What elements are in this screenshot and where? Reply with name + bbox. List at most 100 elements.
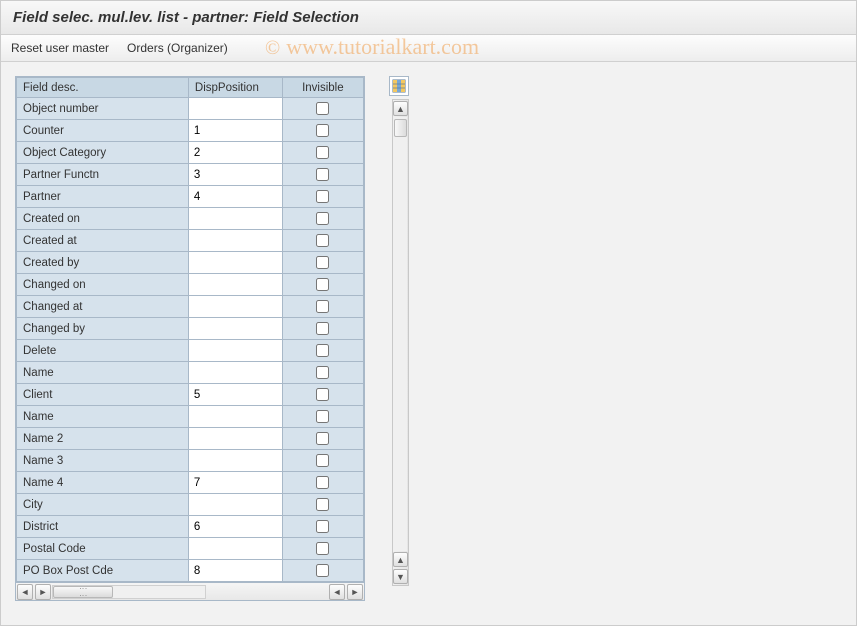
vertical-scrollbar[interactable]: ▲ ▲ ▼	[392, 99, 409, 586]
invisible-cell	[282, 406, 363, 428]
field-desc-cell[interactable]: District	[17, 516, 189, 538]
disp-position-input[interactable]	[190, 363, 281, 382]
invisible-checkbox[interactable]	[316, 410, 329, 423]
field-desc-cell[interactable]: Counter	[17, 120, 189, 142]
table-settings-button[interactable]	[389, 76, 409, 96]
page-title: Field selec. mul.lev. list - partner: Fi…	[13, 9, 844, 26]
disp-position-input[interactable]	[190, 451, 281, 470]
field-desc-cell[interactable]: Name 2	[17, 428, 189, 450]
disp-position-input[interactable]	[190, 385, 281, 404]
invisible-cell	[282, 186, 363, 208]
invisible-checkbox[interactable]	[316, 278, 329, 291]
disp-position-cell	[188, 384, 282, 406]
disp-position-input[interactable]	[190, 143, 281, 162]
field-desc-cell[interactable]: Name	[17, 362, 189, 384]
field-desc-cell[interactable]: Delete	[17, 340, 189, 362]
field-desc-cell[interactable]: Changed on	[17, 274, 189, 296]
invisible-checkbox[interactable]	[316, 344, 329, 357]
disp-position-input[interactable]	[190, 165, 281, 184]
disp-position-input[interactable]	[190, 319, 281, 338]
invisible-checkbox[interactable]	[316, 212, 329, 225]
disp-position-cell	[188, 362, 282, 384]
table-row: Changed on	[17, 274, 364, 296]
hscroll-thumb[interactable]	[53, 586, 113, 598]
field-desc-cell[interactable]: Partner Functn	[17, 164, 189, 186]
hscroll-track[interactable]	[52, 585, 206, 599]
disp-position-input[interactable]	[190, 99, 281, 118]
scroll-up-icon[interactable]: ▲	[393, 101, 408, 116]
table-row: Partner	[17, 186, 364, 208]
field-desc-cell[interactable]: PO Box Post Cde	[17, 560, 189, 582]
scroll-up-page-icon[interactable]: ▲	[393, 552, 408, 567]
disp-position-cell	[188, 120, 282, 142]
disp-position-input[interactable]	[190, 253, 281, 272]
disp-position-input[interactable]	[190, 539, 281, 558]
vscroll-track[interactable]	[394, 117, 407, 551]
disp-position-input[interactable]	[190, 407, 281, 426]
invisible-checkbox[interactable]	[316, 388, 329, 401]
field-desc-cell[interactable]: Changed at	[17, 296, 189, 318]
disp-position-input[interactable]	[190, 495, 281, 514]
invisible-checkbox[interactable]	[316, 454, 329, 467]
scroll-right-icon[interactable]: ►	[35, 584, 51, 600]
invisible-checkbox[interactable]	[316, 190, 329, 203]
disp-position-input[interactable]	[190, 517, 281, 536]
disp-position-input[interactable]	[190, 473, 281, 492]
invisible-checkbox[interactable]	[316, 520, 329, 533]
disp-position-input[interactable]	[190, 209, 281, 228]
scroll-down-icon[interactable]: ▼	[393, 569, 408, 584]
field-desc-cell[interactable]: Partner	[17, 186, 189, 208]
column-header-invisible[interactable]: Invisible	[282, 78, 363, 98]
field-desc-cell[interactable]: Created by	[17, 252, 189, 274]
horizontal-scrollbar[interactable]: ◄ ► ◄ ►	[16, 582, 364, 600]
scroll-left-end-icon[interactable]: ◄	[329, 584, 345, 600]
invisible-checkbox[interactable]	[316, 564, 329, 577]
invisible-checkbox[interactable]	[316, 300, 329, 313]
field-desc-cell[interactable]: Object number	[17, 98, 189, 120]
disp-position-input[interactable]	[190, 121, 281, 140]
invisible-checkbox[interactable]	[316, 256, 329, 269]
disp-position-input[interactable]	[190, 275, 281, 294]
invisible-checkbox[interactable]	[316, 476, 329, 489]
disp-position-input[interactable]	[190, 429, 281, 448]
titlebar: Field selec. mul.lev. list - partner: Fi…	[1, 1, 856, 35]
invisible-checkbox[interactable]	[316, 542, 329, 555]
table-row: Delete	[17, 340, 364, 362]
invisible-checkbox[interactable]	[316, 102, 329, 115]
field-desc-cell[interactable]: Object Category	[17, 142, 189, 164]
disp-position-input[interactable]	[190, 297, 281, 316]
field-desc-cell[interactable]: Name 3	[17, 450, 189, 472]
invisible-checkbox[interactable]	[316, 124, 329, 137]
reset-user-master-button[interactable]: Reset user master	[11, 41, 109, 55]
field-desc-cell[interactable]: City	[17, 494, 189, 516]
disp-position-input[interactable]	[190, 341, 281, 360]
field-desc-cell[interactable]: Changed by	[17, 318, 189, 340]
invisible-checkbox[interactable]	[316, 146, 329, 159]
vscroll-thumb[interactable]	[394, 119, 407, 137]
invisible-checkbox[interactable]	[316, 234, 329, 247]
invisible-checkbox[interactable]	[316, 498, 329, 511]
disp-position-input[interactable]	[190, 561, 281, 580]
field-desc-cell[interactable]: Created at	[17, 230, 189, 252]
field-desc-cell[interactable]: Name	[17, 406, 189, 428]
main-window: Field selec. mul.lev. list - partner: Fi…	[0, 0, 857, 626]
column-header-field-desc[interactable]: Field desc.	[17, 78, 189, 98]
orders-organizer-button[interactable]: Orders (Organizer)	[127, 41, 228, 55]
invisible-checkbox[interactable]	[316, 168, 329, 181]
table-row: PO Box Post Cde	[17, 560, 364, 582]
field-desc-cell[interactable]: Name 4	[17, 472, 189, 494]
scroll-left-icon[interactable]: ◄	[17, 584, 33, 600]
invisible-checkbox[interactable]	[316, 366, 329, 379]
field-desc-cell[interactable]: Postal Code	[17, 538, 189, 560]
disp-position-cell	[188, 252, 282, 274]
disp-position-input[interactable]	[190, 231, 281, 250]
table-row: Counter	[17, 120, 364, 142]
disp-position-input[interactable]	[190, 187, 281, 206]
field-desc-cell[interactable]: Created on	[17, 208, 189, 230]
disp-position-cell	[188, 296, 282, 318]
invisible-checkbox[interactable]	[316, 322, 329, 335]
field-desc-cell[interactable]: Client	[17, 384, 189, 406]
invisible-checkbox[interactable]	[316, 432, 329, 445]
scroll-right-end-icon[interactable]: ►	[347, 584, 363, 600]
column-header-disp-position[interactable]: DispPosition	[188, 78, 282, 98]
